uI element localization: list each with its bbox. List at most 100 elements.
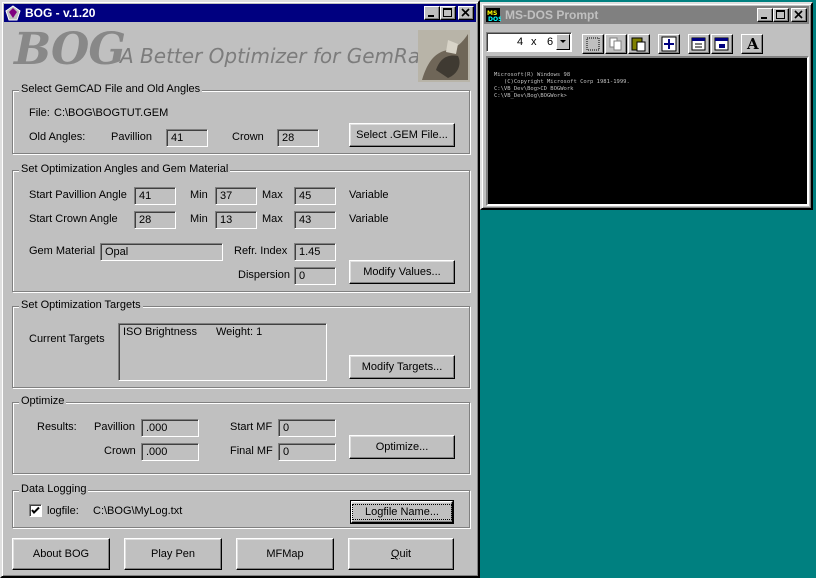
pavilion-max-label: Max <box>262 189 283 201</box>
result-crown-label: Crown <box>104 445 136 457</box>
modify-values-button[interactable]: Modify Values... <box>349 260 455 284</box>
console-line: C:\VB_Dev\Bog>CD BOGWork <box>494 86 574 92</box>
bog-title: BOG - v.1.20 <box>25 6 96 20</box>
dos-title: MS-DOS Prompt <box>505 8 599 22</box>
font-button[interactable]: A <box>741 34 763 54</box>
dispersion-field[interactable]: 0 <box>294 267 336 285</box>
maximize-icon <box>776 10 785 19</box>
logfile-name-button[interactable]: Logfile Name... <box>350 500 454 524</box>
target-item-weight[interactable]: Weight: 1 <box>216 326 262 338</box>
console-line: (C)Copyright Microsoft Corp 1981-1999. <box>494 79 630 85</box>
refr-index-label: Refr. Index <box>234 245 288 257</box>
quit-accelerator: Q <box>390 548 400 560</box>
fullscreen-button[interactable] <box>658 34 680 54</box>
pavilion-max-field[interactable]: 45 <box>294 187 336 205</box>
font-size-y: 6 <box>547 36 554 48</box>
logfile-checkbox[interactable] <box>29 504 42 517</box>
result-crown-field[interactable]: .000 <box>141 443 199 461</box>
old-pavilion-label: Pavillion <box>111 131 152 143</box>
crown-max-field[interactable]: 43 <box>294 211 336 229</box>
logfile-path: C:\BOG\MyLog.txt <box>93 505 183 517</box>
results-label: Results: <box>37 421 77 433</box>
file-label: File: <box>29 107 50 119</box>
old-crown-label: Crown <box>232 131 264 143</box>
dos-minimize-button[interactable] <box>757 8 773 22</box>
play-pen-button[interactable]: Play Pen <box>124 538 222 570</box>
copy-button[interactable] <box>605 34 627 54</box>
logging-group-title: Data Logging <box>19 483 89 495</box>
crown-variable-label: Variable <box>349 213 389 225</box>
final-mf-label: Final MF <box>230 445 273 457</box>
chevron-down-icon <box>560 40 566 43</box>
old-angles-label: Old Angles: <box>29 131 86 143</box>
optimize-group-title: Optimize <box>19 395 67 407</box>
crown-min-field[interactable]: 13 <box>215 211 257 229</box>
paste-button[interactable] <box>628 34 650 54</box>
start-mf-label: Start MF <box>230 421 273 433</box>
maximize-button[interactable] <box>440 6 456 20</box>
targets-group-title: Set Optimization Targets <box>19 299 143 311</box>
console-line: C:\VB_Dev\Bog\BOGWork> <box>494 93 567 99</box>
minimize-icon <box>428 15 434 17</box>
pavilion-variable-label: Variable <box>349 189 389 201</box>
quit-label-rest: uit <box>399 548 412 560</box>
select-gem-file-button[interactable]: Select .GEM File... <box>349 123 455 147</box>
checkmark-icon <box>31 506 40 514</box>
logo-banner: BOG A Better Optimizer for GemRay <box>12 24 470 82</box>
angles-group-title: Set Optimization Angles and Gem Material <box>19 163 231 175</box>
current-targets-label: Current Targets <box>29 333 105 345</box>
target-item-name[interactable]: ISO Brightness <box>123 326 197 338</box>
final-mf-field[interactable]: 0 <box>278 443 336 461</box>
font-size-x: 4 <box>517 36 524 48</box>
logging-group: Data Logging logfile: C:\BOG\MyLog.txt L… <box>12 483 470 528</box>
properties-button[interactable] <box>688 34 710 54</box>
dos-window: MS DOS MS-DOS Prompt 4 x 6 A Microsoft(R… <box>480 2 813 210</box>
old-crown-field[interactable]: 28 <box>277 129 319 147</box>
font-size-dropdown-button[interactable] <box>556 34 570 50</box>
close-button[interactable] <box>458 6 474 20</box>
modify-targets-button[interactable]: Modify Targets... <box>349 355 455 379</box>
start-crown-field[interactable]: 28 <box>134 211 176 229</box>
bog-titlebar[interactable]: BOG - v.1.20 <box>4 4 476 22</box>
targets-list[interactable]: ISO Brightness Weight: 1 <box>118 323 327 381</box>
angles-group: Set Optimization Angles and Gem Material… <box>12 163 470 292</box>
background-icon <box>714 37 729 51</box>
dos-titlebar[interactable]: MS DOS MS-DOS Prompt <box>484 6 809 24</box>
paste-icon <box>631 37 646 52</box>
close-icon <box>794 10 803 19</box>
logfile-label: logfile: <box>47 505 79 517</box>
refr-index-field[interactable]: 1.45 <box>294 243 336 261</box>
result-pavilion-field[interactable]: .000 <box>141 419 199 437</box>
dispersion-label: Dispersion <box>238 269 290 281</box>
minimize-icon <box>761 17 767 19</box>
pavilion-min-label: Min <box>190 189 208 201</box>
dos-maximize-button[interactable] <box>773 8 789 22</box>
optimize-group: Optimize Results: Pavillion .000 Crown .… <box>12 395 470 474</box>
font-size-select[interactable]: 4 x 6 <box>486 32 572 52</box>
background-button[interactable] <box>711 34 733 54</box>
optimize-button[interactable]: Optimize... <box>349 435 455 459</box>
about-bog-button[interactable]: About BOG <box>12 538 110 570</box>
logo-big-text: BOG <box>14 24 126 75</box>
dos-close-button[interactable] <box>791 8 807 22</box>
minimize-button[interactable] <box>424 6 440 20</box>
start-crown-label: Start Crown Angle <box>29 213 118 225</box>
mfmap-button[interactable]: MFMap <box>236 538 334 570</box>
start-pavilion-field[interactable]: 41 <box>134 187 176 205</box>
maximize-icon <box>443 8 452 17</box>
copy-icon <box>609 37 622 51</box>
bog-window: BOG - v.1.20 BOG A Better Optimizer for … <box>0 0 480 578</box>
pavilion-min-field[interactable]: 37 <box>215 187 257 205</box>
quit-button[interactable]: Quit <box>348 538 454 570</box>
mark-button[interactable] <box>582 34 604 54</box>
logo-subtitle: A Better Optimizer for GemRay <box>120 44 433 68</box>
gem-material-field[interactable]: Opal <box>100 243 223 261</box>
dos-console[interactable]: Microsoft(R) Windows 98 (C)Copyright Mic… <box>486 56 809 206</box>
targets-group: Set Optimization Targets Current Targets… <box>12 299 470 388</box>
close-icon <box>461 8 470 17</box>
start-mf-field[interactable]: 0 <box>278 419 336 437</box>
svg-text:DOS: DOS <box>488 16 501 23</box>
start-pavilion-label: Start Pavillion Angle <box>29 189 127 201</box>
old-pavilion-field[interactable]: 41 <box>166 129 208 147</box>
properties-icon <box>691 37 706 51</box>
